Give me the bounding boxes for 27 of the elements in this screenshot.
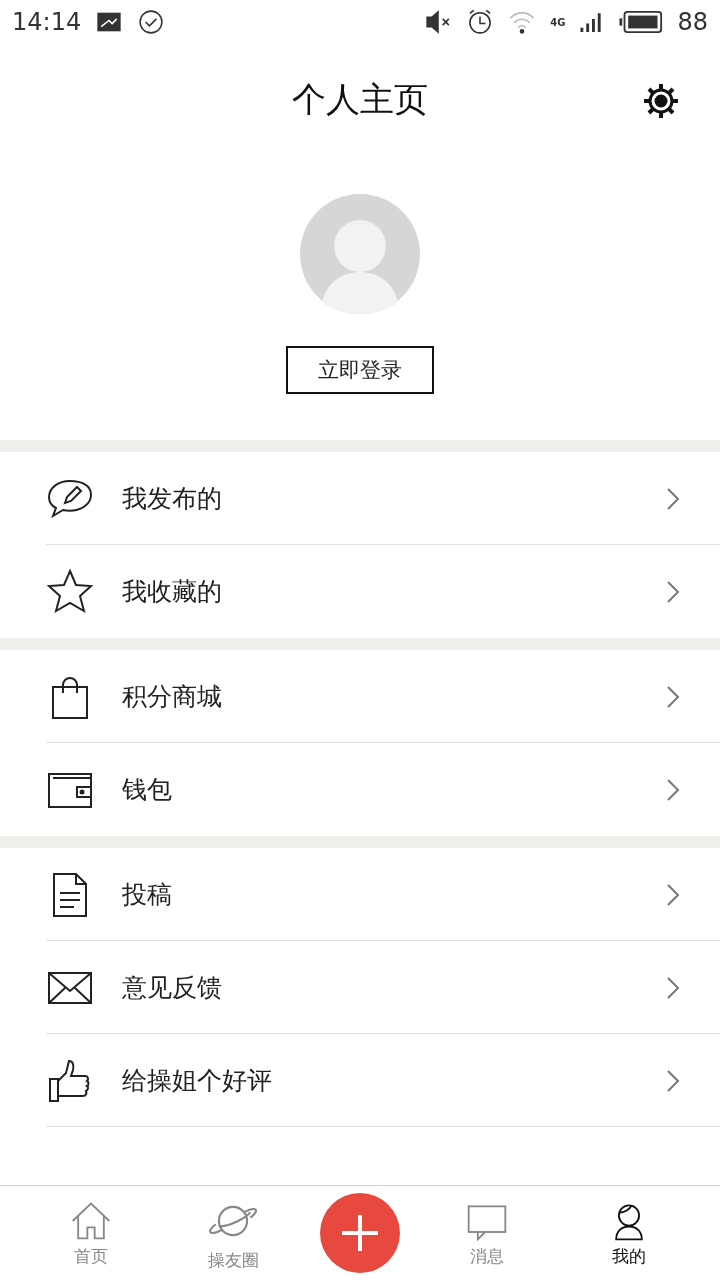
chevron-right-icon — [666, 777, 680, 802]
settings-icon[interactable] — [642, 82, 680, 120]
menu-item[interactable]: 我收藏的 — [0, 545, 720, 638]
battery-percent: 88 — [677, 8, 708, 36]
menu-item[interactable]: 给操姐个好评 — [0, 1034, 720, 1127]
menu-item[interactable]: 意见反馈 — [0, 941, 720, 1034]
menu-item[interactable]: 我发布的 — [0, 452, 720, 545]
network-type: 4G — [550, 16, 566, 28]
chevron-right-icon — [666, 882, 680, 907]
chevron-right-icon — [666, 579, 680, 604]
check-circle-icon — [137, 8, 166, 36]
nav-tab[interactable]: 消息 — [432, 1198, 542, 1268]
menu-item[interactable]: 积分商城 — [0, 650, 720, 743]
chevron-right-icon — [666, 486, 680, 511]
login-button[interactable]: 立即登录 — [286, 346, 434, 394]
nav-tab[interactable]: 首页 — [36, 1198, 146, 1268]
plus-icon — [340, 1213, 380, 1253]
menu-item[interactable]: 钱包 — [0, 743, 720, 836]
chevron-right-icon — [666, 684, 680, 709]
nav-tab[interactable]: 操友圈 — [178, 1194, 288, 1272]
clock-time: 14:14 — [12, 8, 82, 36]
chevron-right-icon — [666, 1068, 680, 1093]
menu-item[interactable]: 投稿 — [0, 848, 720, 941]
chevron-right-icon — [666, 975, 680, 1000]
page-title: 个人主页 — [292, 78, 428, 121]
avatar-icon — [300, 194, 420, 314]
nav-tab[interactable]: 我的 — [574, 1198, 684, 1268]
